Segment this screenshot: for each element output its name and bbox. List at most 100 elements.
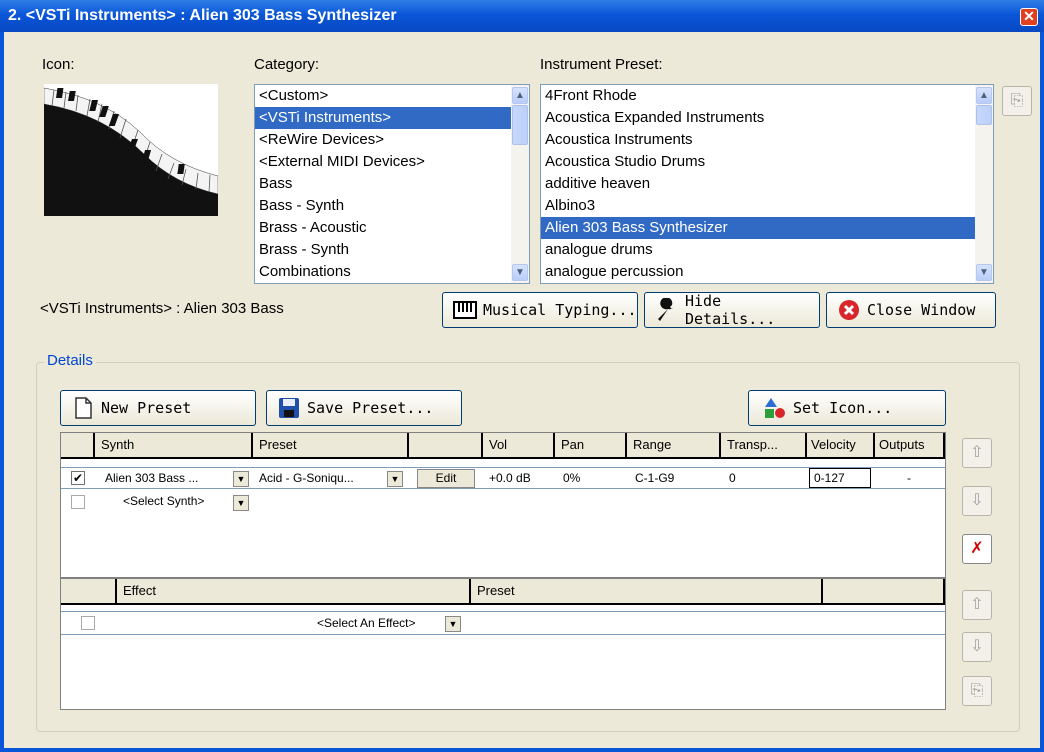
- preset-dropdown-icon[interactable]: ▼: [387, 471, 403, 487]
- range-cell[interactable]: C-1-G9: [635, 468, 674, 488]
- category-item[interactable]: Brass - Acoustic: [255, 217, 529, 239]
- effect-table-corner: [61, 579, 117, 605]
- scroll-up-icon[interactable]: ▲: [512, 87, 528, 104]
- column-header-transp[interactable]: Transp...: [721, 433, 807, 459]
- hide-details-button[interactable]: Hide Details...: [644, 292, 820, 328]
- keyboard-icon: [453, 298, 477, 322]
- scroll-thumb[interactable]: [512, 105, 528, 145]
- preset-item[interactable]: Acoustica Instruments: [541, 129, 993, 151]
- window-title: 2. <VSTi Instruments> : Alien 303 Bass S…: [8, 7, 397, 24]
- category-item[interactable]: Bass: [255, 173, 529, 195]
- synth-dropdown-icon[interactable]: ▼: [233, 471, 249, 487]
- preset-scrollbar[interactable]: ▲ ▼: [975, 85, 993, 283]
- preset-item[interactable]: 4Front Rhode: [541, 85, 993, 107]
- wrench-icon: [655, 297, 679, 322]
- effect-table: Effect Preset <Select An Effect> ▼: [60, 578, 946, 710]
- title-bar: 2. <VSTi Instruments> : Alien 303 Bass S…: [0, 0, 1044, 32]
- category-label: Category:: [254, 56, 320, 73]
- preset-item[interactable]: Acoustica Expanded Instruments: [541, 107, 993, 129]
- category-scrollbar[interactable]: ▲ ▼: [511, 85, 529, 283]
- preset-item[interactable]: Acoustica Studio Drums: [541, 151, 993, 173]
- details-title: Details: [44, 352, 96, 369]
- scroll-down-icon[interactable]: ▼: [512, 264, 528, 281]
- save-preset-button[interactable]: Save Preset...: [266, 390, 462, 426]
- row-enabled-checkbox[interactable]: [71, 495, 85, 509]
- preset-item[interactable]: additive heaven: [541, 173, 993, 195]
- category-list[interactable]: <Custom> <VSTi Instruments> <ReWire Device…: [254, 84, 530, 284]
- select-effect-cell[interactable]: <Select An Effect>: [317, 613, 416, 633]
- velocity-cell[interactable]: 0-127: [809, 468, 871, 488]
- column-header-edit[interactable]: [409, 433, 483, 459]
- category-item[interactable]: Brass - Synth: [255, 239, 529, 261]
- close-circle-icon: [837, 298, 861, 322]
- piano-icon: [44, 84, 218, 216]
- outputs-cell[interactable]: -: [907, 468, 911, 488]
- new-document-icon: [71, 396, 95, 420]
- new-preset-button[interactable]: New Preset: [60, 390, 256, 426]
- effect-enabled-checkbox[interactable]: [81, 616, 95, 630]
- category-item[interactable]: Combinations: [255, 261, 529, 283]
- synth-table: Synth Preset Vol Pan Range Transp... Vel…: [60, 432, 946, 578]
- synth-table-corner: [61, 433, 95, 459]
- instrument-preset-label: Instrument Preset:: [540, 56, 663, 73]
- scroll-thumb[interactable]: [976, 105, 992, 125]
- move-synth-down-icon[interactable]: ⇩: [962, 486, 992, 516]
- select-effect-dropdown-icon[interactable]: ▼: [445, 616, 461, 632]
- column-header-synth[interactable]: Synth: [95, 433, 253, 459]
- new-preset-label: New Preset: [101, 399, 192, 417]
- select-synth-dropdown-icon[interactable]: ▼: [233, 495, 249, 511]
- select-synth-cell[interactable]: <Select Synth>: [123, 491, 204, 511]
- preset-item[interactable]: analogue percussion: [541, 261, 993, 283]
- musical-typing-label: Musical Typing...: [483, 301, 637, 319]
- column-header-velocity[interactable]: Velocity: [807, 433, 875, 459]
- column-header-vol[interactable]: Vol: [483, 433, 555, 459]
- save-preset-label: Save Preset...: [307, 399, 434, 417]
- effect-row[interactable]: <Select An Effect> ▼: [61, 611, 945, 635]
- category-item[interactable]: <VSTi Instruments>: [255, 107, 529, 129]
- move-effect-up-icon[interactable]: ⇧: [962, 590, 992, 620]
- scroll-up-icon[interactable]: ▲: [976, 87, 992, 104]
- preset-item[interactable]: Albino3: [541, 195, 993, 217]
- move-synth-up-icon[interactable]: ⇧: [962, 438, 992, 468]
- preset-cell: Acid - G-Soniqu...: [259, 471, 354, 485]
- delete-effect-icon[interactable]: ⎘: [962, 676, 992, 706]
- hide-details-label: Hide Details...: [685, 292, 776, 328]
- synth-row[interactable]: ✔ Alien 303 Bass ... ▼ Acid - G-Soniqu..…: [61, 467, 945, 489]
- column-header-outputs[interactable]: Outputs: [875, 433, 945, 459]
- instrument-preset-list[interactable]: 4Front Rhode Acoustica Expanded Instrumen…: [540, 84, 994, 284]
- preset-window: 2. <VSTi Instruments> : Alien 303 Bass S…: [0, 0, 1044, 752]
- column-header-blank: [823, 579, 945, 605]
- close-icon[interactable]: ✕: [1020, 8, 1038, 26]
- category-item[interactable]: <ReWire Devices>: [255, 129, 529, 151]
- set-icon-button[interactable]: Set Icon...: [748, 390, 946, 426]
- category-item[interactable]: <Custom>: [255, 85, 529, 107]
- floppy-disk-icon: [277, 396, 301, 420]
- move-effect-down-icon[interactable]: ⇩: [962, 632, 992, 662]
- delete-synth-icon[interactable]: ✗: [962, 534, 992, 564]
- pan-cell[interactable]: 0%: [563, 468, 580, 488]
- transp-cell[interactable]: 0: [729, 468, 736, 488]
- musical-typing-button[interactable]: Musical Typing...: [442, 292, 638, 328]
- column-header-effect[interactable]: Effect: [117, 579, 471, 605]
- category-item[interactable]: Bass - Synth: [255, 195, 529, 217]
- column-header-pan[interactable]: Pan: [555, 433, 627, 459]
- shapes-icon: [763, 396, 787, 420]
- synth-cell: Alien 303 Bass ...: [105, 471, 199, 485]
- edit-button[interactable]: Edit: [417, 469, 475, 488]
- instrument-summary: <VSTi Instruments> : Alien 303 Bass: [40, 300, 284, 317]
- set-icon-label: Set Icon...: [793, 399, 893, 417]
- close-window-button[interactable]: Close Window: [826, 292, 996, 328]
- preset-item[interactable]: Alien 303 Bass Synthesizer: [541, 217, 993, 239]
- column-header-effect-preset[interactable]: Preset: [471, 579, 823, 605]
- column-header-range[interactable]: Range: [627, 433, 721, 459]
- row-enabled-checkbox[interactable]: ✔: [71, 471, 85, 485]
- icon-label: Icon:: [42, 56, 75, 73]
- remove-preset-icon[interactable]: ⎘: [1002, 86, 1032, 116]
- preset-item[interactable]: analogue drums: [541, 239, 993, 261]
- column-header-preset[interactable]: Preset: [253, 433, 409, 459]
- scroll-down-icon[interactable]: ▼: [976, 264, 992, 281]
- close-window-label: Close Window: [867, 301, 976, 319]
- vol-cell[interactable]: +0.0 dB: [489, 468, 531, 488]
- synth-empty-row[interactable]: <Select Synth> ▼: [61, 491, 945, 513]
- category-item[interactable]: <External MIDI Devices>: [255, 151, 529, 173]
